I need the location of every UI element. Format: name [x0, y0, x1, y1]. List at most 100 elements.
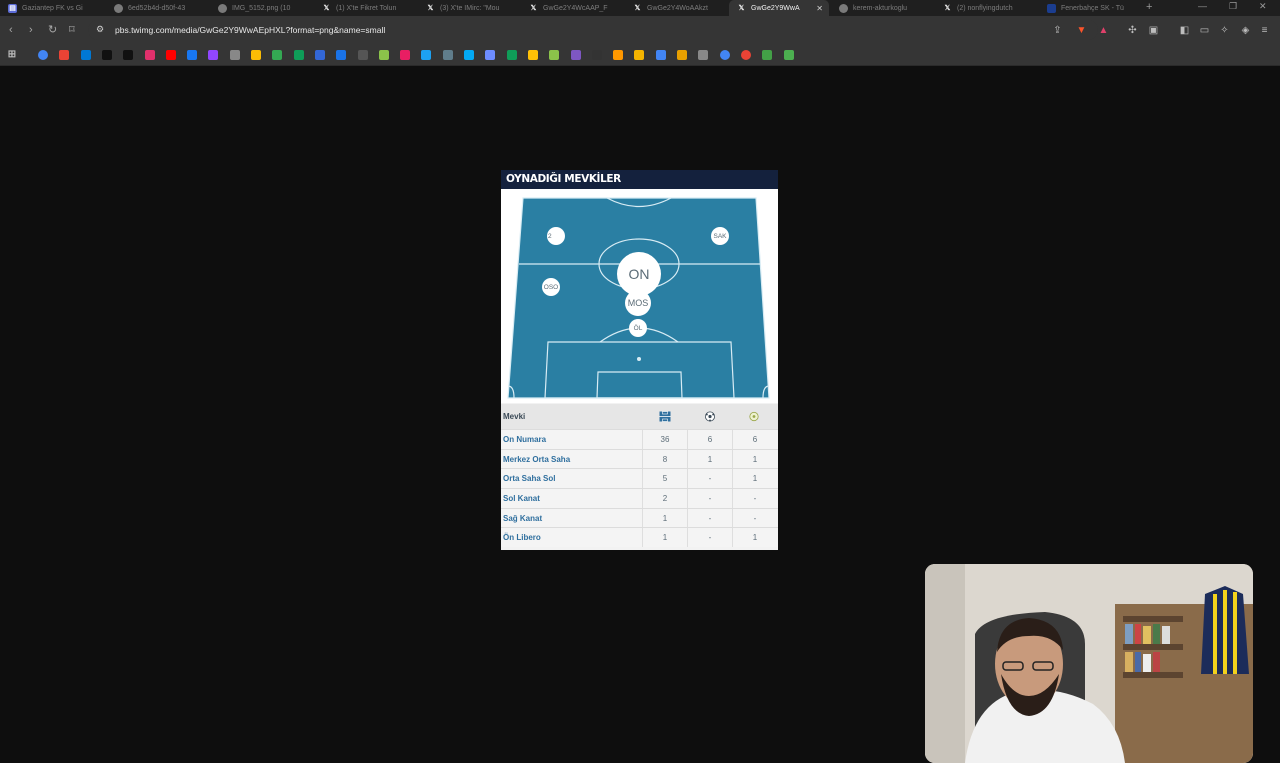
rewards-icon[interactable]: ▲ [1098, 25, 1109, 36]
share-icon[interactable]: ⇪ [1052, 25, 1063, 36]
x-icon: 𝕏 [427, 5, 434, 12]
position-name[interactable]: Sağ Kanat [503, 514, 542, 523]
tab-item[interactable]: 𝕏 GwGe2Y4WcAAP_F [521, 0, 625, 16]
bookmark-icon[interactable]: ⌑ [69, 24, 75, 36]
close-icon[interactable]: ✕ [816, 4, 823, 13]
url-text[interactable]: pbs.twimg.com/media/GwGe2Y9WwAEpHXL?form… [115, 25, 385, 35]
close-window-icon[interactable]: ✕ [1259, 1, 1267, 12]
table-row: Sağ Kanat 1 - - [501, 507, 778, 528]
bookmark-favicon-icon[interactable] [101, 50, 112, 60]
bookmark-favicon-icon[interactable] [570, 50, 581, 60]
goals-value: - [708, 533, 712, 543]
position-name[interactable]: Ön Libero [503, 533, 541, 542]
new-tab-icon[interactable]: + [1146, 1, 1152, 13]
position-name[interactable]: Sol Kanat [503, 494, 540, 503]
tab-item[interactable]: 𝕏 (1) X'te Fikret Tolun [314, 0, 418, 16]
forward-icon[interactable]: › [29, 24, 33, 36]
apps-grid-icon[interactable]: ⊞ [7, 50, 17, 60]
vpn-icon[interactable]: ◈ [1240, 25, 1251, 36]
globe-icon [114, 3, 123, 13]
bookmark-favicon-icon[interactable] [740, 50, 751, 60]
bookmark-favicon-icon[interactable] [59, 50, 70, 60]
site-settings-icon[interactable]: ⚙ [96, 24, 104, 35]
reload-icon[interactable]: ↻ [48, 24, 57, 36]
bookmark-favicon-icon[interactable] [634, 50, 645, 60]
tab-label: Gaziantep FK vs Gi [22, 4, 83, 12]
extensions-icon[interactable]: ✣ [1127, 25, 1138, 36]
appearances-value: 2 [662, 494, 668, 504]
bookmark-favicon-icon[interactable] [485, 50, 496, 60]
bookmark-favicon-icon[interactable] [506, 50, 517, 60]
table-row: Merkez Orta Saha 8 1 1 [501, 448, 778, 469]
address-bar[interactable]: ⚙ pbs.twimg.com/media/GwGe2Y9WwAEpHXL?fo… [88, 20, 1098, 40]
bookmark-favicon-icon[interactable] [613, 50, 624, 60]
maximize-icon[interactable]: ❐ [1229, 1, 1237, 12]
back-icon[interactable]: ‹ [9, 24, 13, 36]
wallet-icon[interactable]: ▭ [1199, 25, 1210, 36]
page-viewport: OYNADIĞI MEVKİLER ON MOS OSO ÖL SAK 2 Me… [0, 67, 1280, 763]
brave-shield-icon[interactable]: ▼ [1076, 25, 1087, 36]
globe-icon [218, 3, 227, 13]
bookmark-favicon-icon[interactable] [208, 50, 219, 60]
bookmark-favicon-icon[interactable] [719, 50, 730, 60]
bookmark-favicon-icon[interactable] [762, 50, 773, 60]
x-icon: 𝕏 [634, 5, 641, 12]
tab-gaziantep[interactable]: ▤ Gaziantep FK vs Gi [0, 0, 104, 16]
tab-item[interactable]: IMG_5152.png (10 [210, 0, 314, 16]
penalty-spot [637, 357, 641, 361]
bookmark-favicon-icon[interactable] [187, 50, 198, 60]
tab-active[interactable]: 𝕏 GwGe2Y9WwA ✕ [729, 0, 829, 16]
column-divider [687, 508, 688, 528]
bookmark-favicon-icon[interactable] [251, 50, 261, 60]
webcam-overlay [925, 564, 1253, 763]
leo-icon[interactable]: ✧ [1219, 25, 1230, 36]
bookmark-favicon-icon[interactable] [783, 50, 794, 60]
bookmark-favicon-icon[interactable] [464, 50, 474, 60]
bookmark-favicon-icon[interactable] [38, 50, 48, 60]
assists-value: 1 [752, 474, 758, 484]
bookmark-favicon-icon[interactable] [421, 50, 432, 60]
tab-item[interactable]: 6ed52b4d-d50f-43 [106, 0, 210, 16]
goals-value: - [708, 513, 712, 523]
bookmark-favicon-icon[interactable] [144, 50, 155, 60]
bookmark-favicon-icon[interactable] [527, 50, 538, 60]
position-name[interactable]: On Numara [503, 435, 546, 444]
bookmark-favicon-icon[interactable] [549, 50, 560, 60]
bookmark-favicon-icon[interactable] [357, 50, 368, 60]
bookmark-favicon-icon[interactable] [591, 50, 602, 60]
position-marker-oso: OSO [542, 278, 560, 296]
menu-icon[interactable]: ≡ [1259, 25, 1270, 36]
assists-value: - [753, 513, 757, 523]
bookmark-favicon-icon[interactable] [123, 50, 134, 60]
tab-item[interactable]: 𝕏 (3) X'te IMirc: "Mou [418, 0, 522, 16]
bookmark-favicon-icon[interactable] [293, 50, 304, 60]
tab-item[interactable]: Fenerbahçe SK - Tü [1039, 0, 1143, 16]
bookmark-favicon-icon[interactable] [400, 50, 411, 60]
bookmark-favicon-icon[interactable] [698, 50, 709, 60]
position-name[interactable]: Merkez Orta Saha [503, 455, 570, 464]
tab-item[interactable]: kerem-akturkoglu [831, 0, 935, 16]
bookmark-favicon-icon[interactable] [336, 50, 347, 60]
appearances-value: 1 [662, 513, 668, 523]
bookmark-favicon-icon[interactable] [229, 50, 240, 60]
bookmark-favicon-icon[interactable] [378, 50, 389, 60]
bookmark-favicon-icon[interactable] [314, 50, 325, 60]
bookmark-favicon-icon[interactable] [80, 50, 91, 60]
position-marker-sak: SAK [711, 227, 729, 245]
bookmark-favicon-icon[interactable] [165, 50, 176, 60]
table-row: Sol Kanat 2 - - [501, 488, 778, 508]
bookmark-favicon-icon[interactable] [272, 50, 283, 60]
media-icon[interactable]: ▣ [1148, 25, 1159, 36]
tab-item[interactable]: 𝕏 (2) nonflyingdutch [935, 0, 1039, 16]
column-divider [732, 449, 733, 469]
bookmark-favicon-icon[interactable] [677, 50, 687, 60]
tab-item[interactable]: 𝕏 GwGe2Y4WoAAkzt [625, 0, 729, 16]
x-icon: 𝕏 [944, 5, 951, 12]
bookmark-favicon-icon[interactable] [442, 50, 453, 60]
bookmark-favicon-icon[interactable] [655, 50, 666, 60]
column-divider [642, 508, 643, 528]
minimize-icon[interactable]: — [1198, 1, 1207, 11]
position-name[interactable]: Orta Saha Sol [503, 474, 555, 483]
table-row: Ön Libero 1 - 1 [501, 527, 778, 548]
sidebar-icon[interactable]: ◧ [1179, 25, 1190, 36]
